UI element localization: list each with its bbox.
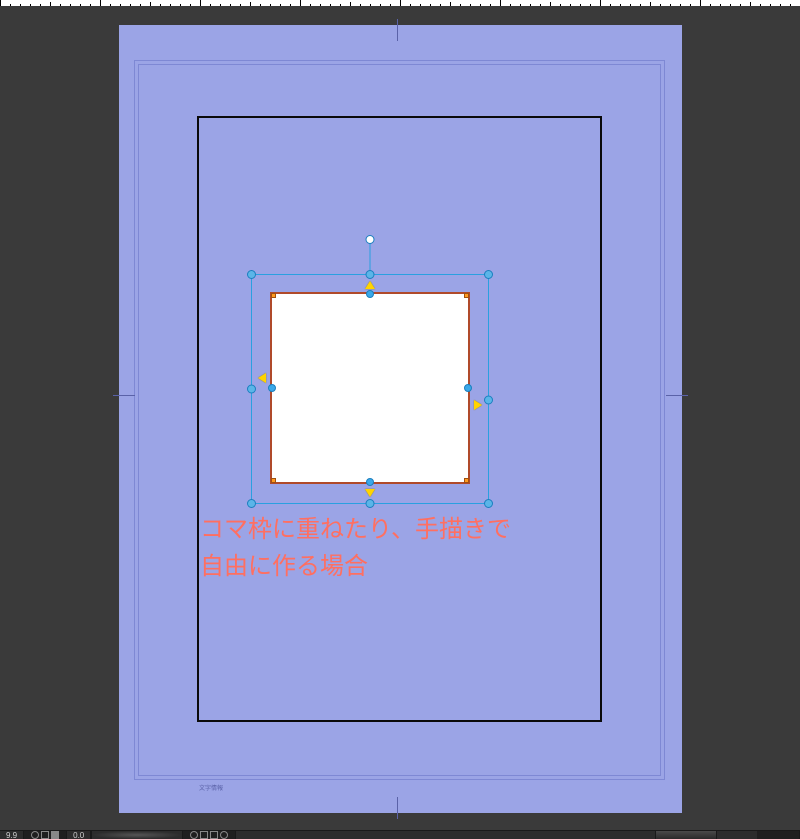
koma-corner-handle[interactable] <box>464 293 469 298</box>
prev-icon[interactable] <box>200 831 208 839</box>
color-icon[interactable] <box>51 831 59 839</box>
page[interactable]: 文字情報 <box>119 25 682 813</box>
status-value-left[interactable]: 9.9 <box>0 831 24 839</box>
layers-icon[interactable] <box>41 831 49 839</box>
status-left-text: 9.9 <box>6 831 17 839</box>
loop-icon[interactable] <box>220 831 228 839</box>
koma-mid-handle[interactable] <box>268 384 276 392</box>
status-zoom-text: 0.0 <box>73 831 84 839</box>
panel-footer-label: 文字情報 <box>199 783 223 792</box>
koma-corner-handle[interactable] <box>271 478 276 483</box>
status-icon-group <box>24 831 67 839</box>
sun-icon[interactable] <box>31 831 39 839</box>
next-icon[interactable] <box>210 831 218 839</box>
koma-mid-handle[interactable] <box>366 290 374 298</box>
status-right-cap <box>757 831 800 839</box>
koma-corner-handle[interactable] <box>271 293 276 298</box>
crop-tick-bottom <box>397 797 398 819</box>
status-bar: 9.9 0.0 <box>0 830 800 839</box>
annotation-text: コマ枠に重ねたり、手描きで 自由に作る場合 <box>200 511 630 585</box>
status-nav-icons <box>183 831 236 839</box>
koma-balloon[interactable] <box>270 292 470 484</box>
crop-tick-right <box>666 395 688 396</box>
scroll-grip[interactable] <box>655 831 717 839</box>
refresh-icon[interactable] <box>190 831 198 839</box>
status-zoom-value[interactable]: 0.0 <box>67 831 91 839</box>
canvas-workspace[interactable]: 文字情報 <box>0 6 800 830</box>
crop-tick-top <box>397 19 398 41</box>
crop-tick-left <box>113 395 135 396</box>
koma-mid-handle[interactable] <box>366 478 374 486</box>
status-gradient-area <box>91 831 183 839</box>
koma-corner-handle[interactable] <box>464 478 469 483</box>
koma-mid-handle[interactable] <box>464 384 472 392</box>
